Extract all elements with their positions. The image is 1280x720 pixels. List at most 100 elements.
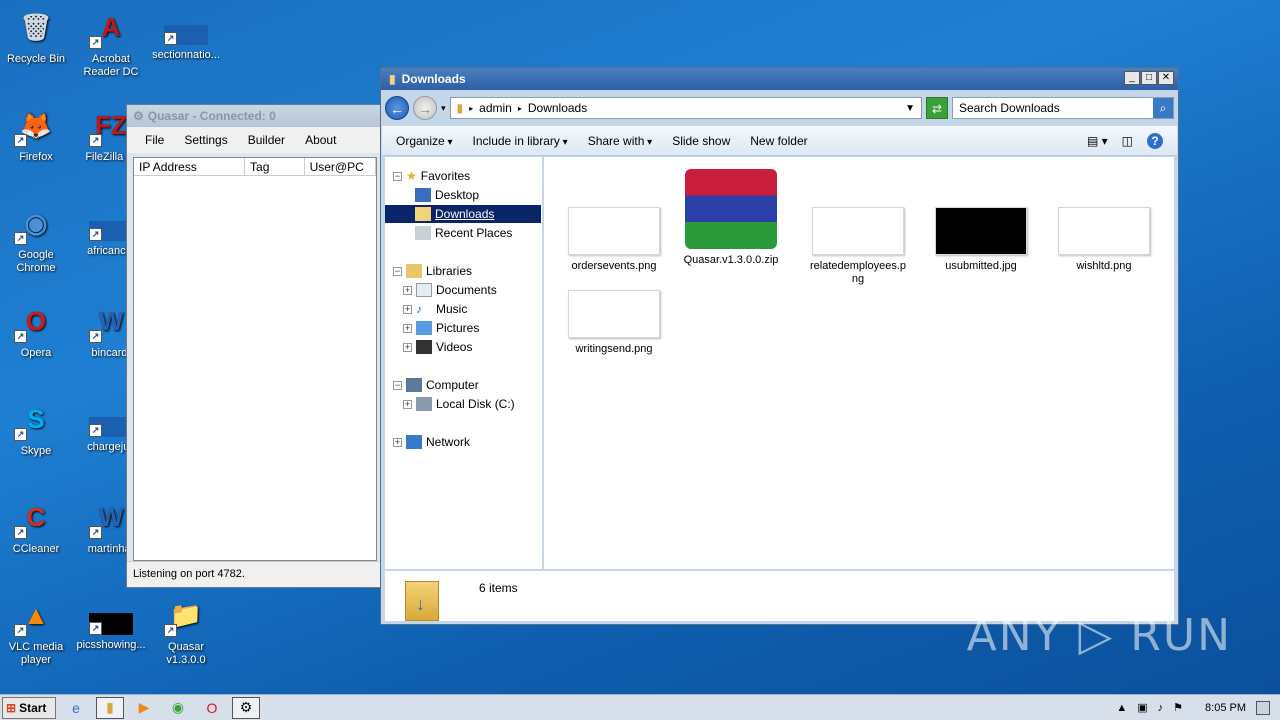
- clients-list[interactable]: IP Address Tag User@PC: [133, 157, 377, 561]
- image-thumbnail: [568, 207, 660, 255]
- nav-documents[interactable]: + Documents: [403, 281, 497, 299]
- nav-pictures[interactable]: + Pictures: [403, 319, 479, 337]
- file-item[interactable]: Quasar.v1.3.0.0.zip: [681, 169, 781, 267]
- column-tag[interactable]: Tag: [245, 158, 305, 175]
- show-desktop-icon[interactable]: [1256, 700, 1270, 715]
- quasar-menubar: File Settings Builder About: [127, 127, 387, 153]
- collapse-icon[interactable]: −: [393, 171, 402, 181]
- expand-icon[interactable]: +: [403, 323, 412, 333]
- taskbar-chrome-icon[interactable]: ◉: [164, 697, 192, 719]
- explorer-window[interactable]: ▮ Downloads _ □ ✕ ← → ▾ ▮ ▸ admin ▸ Down…: [380, 67, 1179, 625]
- column-ip-address[interactable]: IP Address: [134, 158, 246, 175]
- search-icon[interactable]: ⌕: [1153, 98, 1173, 118]
- breadcrumb-separator-icon[interactable]: ▸: [518, 104, 522, 113]
- expand-icon[interactable]: +: [403, 399, 412, 409]
- start-button[interactable]: ⊞ Start: [2, 696, 56, 719]
- menu-settings[interactable]: Settings: [174, 133, 237, 147]
- file-item[interactable]: wishltd.png: [1054, 207, 1154, 273]
- expand-icon[interactable]: +: [403, 342, 412, 352]
- breadcrumb-separator-icon[interactable]: ▸: [469, 104, 473, 113]
- taskbar-explorer-icon[interactable]: ▮: [96, 696, 124, 719]
- nav-videos[interactable]: + Videos: [403, 338, 472, 356]
- nav-favorites[interactable]: − ★ Favorites: [393, 167, 470, 185]
- file-name: relatedemployees.png: [809, 260, 906, 285]
- shortcut-arrow-icon: ↗: [14, 428, 27, 441]
- shortcut-arrow-icon: ↗: [89, 36, 102, 49]
- search-input[interactable]: Search Downloads ⌕: [952, 97, 1174, 119]
- quasar-titlebar[interactable]: ⚙ Quasar - Connected: 0: [127, 105, 387, 127]
- desktop-icon-label: Acrobat Reader DC: [83, 53, 139, 78]
- hard-drive-icon: [416, 397, 432, 411]
- expand-icon[interactable]: +: [403, 285, 412, 295]
- explorer-titlebar[interactable]: ▮ Downloads: [381, 68, 1178, 90]
- taskbar-ie-icon[interactable]: e: [62, 697, 90, 719]
- new-folder-button[interactable]: New folder: [750, 134, 807, 148]
- close-button[interactable]: ✕: [1158, 71, 1174, 85]
- file-item[interactable]: usubmitted.jpg: [931, 207, 1031, 273]
- collapse-icon[interactable]: −: [393, 266, 402, 276]
- file-item[interactable]: writingsend.png: [564, 290, 664, 356]
- desktop-icon-quasar-v1-3-0-0[interactable]: 📁 ↗ Quasar v1.3.0.0: [150, 593, 222, 667]
- file-name: writingsend.png: [575, 343, 653, 355]
- recent-pages-dropdown-icon[interactable]: ▾: [441, 103, 446, 114]
- quasar-window[interactable]: ⚙ Quasar - Connected: 0 File Settings Bu…: [126, 104, 388, 588]
- desktop-icon-acrobat-reader-dc[interactable]: A ↗ Acrobat Reader DC: [75, 5, 147, 79]
- expand-icon[interactable]: +: [393, 437, 402, 447]
- menu-builder[interactable]: Builder: [238, 133, 295, 147]
- collapse-icon[interactable]: −: [393, 380, 402, 390]
- minimize-button[interactable]: _: [1124, 71, 1140, 85]
- action-center-flag-icon[interactable]: ⚑: [1173, 701, 1183, 714]
- desktop-icon-skype[interactable]: S ↗ Skype: [0, 397, 72, 458]
- desktop-icon-google-chrome[interactable]: ◉ ↗ Google Chrome: [0, 201, 72, 275]
- breadcrumb-downloads[interactable]: Downloads: [528, 101, 587, 115]
- file-list[interactable]: ordersevents.png Quasar.v1.3.0.0.zip relat…: [544, 157, 1174, 569]
- forward-button[interactable]: →: [413, 96, 437, 120]
- desktop-icon-sectionnatio[interactable]: ↗ sectionnatio...: [150, 5, 222, 62]
- shortcut-arrow-icon: ↗: [89, 424, 102, 437]
- taskbar-opera-icon[interactable]: O: [198, 697, 226, 719]
- maximize-button[interactable]: □: [1141, 71, 1157, 85]
- clock[interactable]: 8:05 PM: [1205, 702, 1246, 714]
- taskbar-quasar-icon[interactable]: ⚙: [232, 696, 260, 719]
- image-thumbnail: [935, 207, 1027, 255]
- nav-libraries[interactable]: − Libraries: [393, 262, 472, 280]
- menu-about[interactable]: About: [295, 133, 346, 147]
- nav-local-disk[interactable]: + Local Disk (C:): [403, 395, 515, 413]
- preview-pane-icon[interactable]: ◫: [1122, 134, 1133, 148]
- show-hidden-icons-icon[interactable]: ▲: [1116, 702, 1127, 714]
- expand-icon[interactable]: +: [403, 304, 412, 314]
- nav-computer[interactable]: − Computer: [393, 376, 479, 394]
- desktop-icon-opera[interactable]: O ↗ Opera: [0, 299, 72, 360]
- change-view-icon[interactable]: ▤ ▾: [1087, 134, 1108, 148]
- taskbar-media-player-icon[interactable]: ▶: [130, 697, 158, 719]
- nav-desktop[interactable]: Desktop: [415, 186, 479, 204]
- file-item[interactable]: ordersevents.png: [564, 207, 664, 273]
- include-in-library-button[interactable]: Include in library: [473, 134, 568, 148]
- column-user-pc[interactable]: User@PC: [305, 158, 376, 175]
- back-button[interactable]: ←: [385, 96, 409, 120]
- nav-music[interactable]: + ♪ Music: [403, 300, 467, 318]
- refresh-button[interactable]: ⇄: [926, 97, 948, 119]
- network-tray-icon[interactable]: ▣: [1137, 701, 1147, 714]
- volume-icon[interactable]: ♪: [1158, 702, 1164, 714]
- desktop-icon-vlc-media-player[interactable]: ▲ ↗ VLC media player: [0, 593, 72, 667]
- desktop-icon-ccleaner[interactable]: C ↗ CCleaner: [0, 495, 72, 556]
- nav-network[interactable]: + Network: [393, 433, 470, 451]
- desktop-icon-firefox[interactable]: 🦊 ↗ Firefox: [0, 103, 72, 164]
- desktop-icon-label: Opera: [20, 347, 52, 359]
- desktop-icon-recycle-bin[interactable]: 🗑 Recycle Bin: [0, 5, 72, 66]
- breadcrumb-admin[interactable]: admin: [479, 101, 512, 115]
- desktop-icon-picsshowing[interactable]: ↗ picsshowing...: [75, 593, 147, 652]
- nav-recent-places[interactable]: Recent Places: [415, 224, 512, 242]
- nav-downloads[interactable]: Downloads: [385, 205, 541, 223]
- address-dropdown-icon[interactable]: ▼: [905, 103, 915, 114]
- videos-icon: [416, 340, 432, 354]
- organize-button[interactable]: Organize: [396, 134, 453, 148]
- windows-logo-icon: ⊞: [6, 700, 17, 715]
- help-icon[interactable]: ?: [1147, 132, 1163, 149]
- address-bar[interactable]: ▮ ▸ admin ▸ Downloads ▼: [449, 97, 922, 119]
- share-with-button[interactable]: Share with: [588, 134, 653, 148]
- slide-show-button[interactable]: Slide show: [672, 134, 730, 148]
- menu-file[interactable]: File: [135, 133, 174, 147]
- file-item[interactable]: relatedemployees.png: [808, 207, 908, 286]
